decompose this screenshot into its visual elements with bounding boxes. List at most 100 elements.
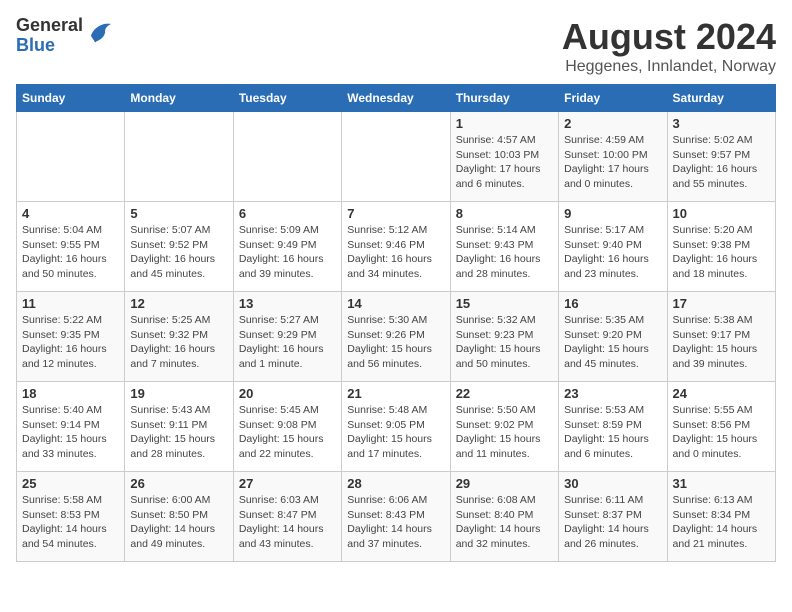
day-detail: Sunrise: 5:40 AM Sunset: 9:14 PM Dayligh… [22, 403, 119, 462]
day-number: 16 [564, 296, 661, 311]
calendar-cell: 21Sunrise: 5:48 AM Sunset: 9:05 PM Dayli… [342, 382, 450, 472]
col-wednesday: Wednesday [342, 85, 450, 112]
day-detail: Sunrise: 5:30 AM Sunset: 9:26 PM Dayligh… [347, 313, 444, 372]
calendar-cell: 31 Sunrise: 6:13 AM Sunset: 8:34 PM Dayli… [667, 472, 775, 562]
col-friday: Friday [559, 85, 667, 112]
main-title: August 2024 [562, 16, 776, 58]
calendar-body: 1 Sunrise: 4:57 AM Sunset: 10:03 PM Dayli… [17, 112, 776, 562]
day-detail: Sunrise: 6:03 AM Sunset: 8:47 PM Dayligh… [239, 493, 336, 552]
calendar-week-1: 1 Sunrise: 4:57 AM Sunset: 10:03 PM Dayli… [17, 112, 776, 202]
day-number: 29 [456, 476, 553, 491]
day-detail: Sunrise: 5:25 AM Sunset: 9:32 PM Dayligh… [130, 313, 227, 372]
day-number: 22 [456, 386, 553, 401]
calendar-cell: 13 Sunrise: 5:27 AM Sunset: 9:29 PM Dayli… [233, 292, 341, 382]
calendar-week-3: 11 Sunrise: 5:22 AM Sunset: 9:35 PM Dayli… [17, 292, 776, 382]
day-number: 10 [673, 206, 770, 221]
calendar-header: Sunday Monday Tuesday Wednesday Thursday… [17, 85, 776, 112]
day-number: 30 [564, 476, 661, 491]
calendar-table: Sunday Monday Tuesday Wednesday Thursday… [16, 84, 776, 562]
day-detail: Sunrise: 5:04 AM Sunset: 9:55 PM Dayligh… [22, 223, 119, 282]
day-number: 4 [22, 206, 119, 221]
day-number: 25 [22, 476, 119, 491]
day-detail: Sunrise: 5:35 AM Sunset: 9:20 PM Dayligh… [564, 313, 661, 372]
day-detail: Sunrise: 6:06 AM Sunset: 8:43 PM Dayligh… [347, 493, 444, 552]
day-detail: Sunrise: 5:07 AM Sunset: 9:52 PM Dayligh… [130, 223, 227, 282]
day-detail: Sunrise: 5:32 AM Sunset: 9:23 PM Dayligh… [456, 313, 553, 372]
day-detail: Sunrise: 5:45 AM Sunset: 9:08 PM Dayligh… [239, 403, 336, 462]
day-number: 24 [673, 386, 770, 401]
calendar-cell: 8Sunrise: 5:14 AM Sunset: 9:43 PM Daylig… [450, 202, 558, 292]
calendar-cell: 29 Sunrise: 6:08 AM Sunset: 8:40 PM Dayli… [450, 472, 558, 562]
header-row: Sunday Monday Tuesday Wednesday Thursday… [17, 85, 776, 112]
day-detail: Sunrise: 5:27 AM Sunset: 9:29 PM Dayligh… [239, 313, 336, 372]
calendar-cell: 12 Sunrise: 5:25 AM Sunset: 9:32 PM Dayli… [125, 292, 233, 382]
day-number: 7 [347, 206, 444, 221]
col-thursday: Thursday [450, 85, 558, 112]
calendar-cell: 17Sunrise: 5:38 AM Sunset: 9:17 PM Dayli… [667, 292, 775, 382]
calendar-cell: 10 Sunrise: 5:20 AM Sunset: 9:38 PM Dayli… [667, 202, 775, 292]
calendar-week-4: 18 Sunrise: 5:40 AM Sunset: 9:14 PM Dayli… [17, 382, 776, 472]
col-monday: Monday [125, 85, 233, 112]
day-number: 17 [673, 296, 770, 311]
day-detail: Sunrise: 5:17 AM Sunset: 9:40 PM Dayligh… [564, 223, 661, 282]
day-number: 12 [130, 296, 227, 311]
day-number: 9 [564, 206, 661, 221]
calendar-cell: 25Sunrise: 5:58 AM Sunset: 8:53 PM Dayli… [17, 472, 125, 562]
calendar-cell: 2Sunrise: 4:59 AM Sunset: 10:00 PM Dayli… [559, 112, 667, 202]
day-detail: Sunrise: 5:02 AM Sunset: 9:57 PM Dayligh… [673, 133, 770, 192]
day-number: 15 [456, 296, 553, 311]
day-number: 2 [564, 116, 661, 131]
day-number: 20 [239, 386, 336, 401]
day-detail: Sunrise: 6:08 AM Sunset: 8:40 PM Dayligh… [456, 493, 553, 552]
calendar-cell: 19Sunrise: 5:43 AM Sunset: 9:11 PM Dayli… [125, 382, 233, 472]
logo-general-text: General [16, 16, 83, 36]
calendar-cell: 11 Sunrise: 5:22 AM Sunset: 9:35 PM Dayli… [17, 292, 125, 382]
logo: General Blue [16, 16, 113, 56]
calendar-cell: 14 Sunrise: 5:30 AM Sunset: 9:26 PM Dayli… [342, 292, 450, 382]
calendar-cell: 16 Sunrise: 5:35 AM Sunset: 9:20 PM Dayli… [559, 292, 667, 382]
day-detail: Sunrise: 5:53 AM Sunset: 8:59 PM Dayligh… [564, 403, 661, 462]
day-detail: Sunrise: 5:09 AM Sunset: 9:49 PM Dayligh… [239, 223, 336, 282]
calendar-cell: 28Sunrise: 6:06 AM Sunset: 8:43 PM Dayli… [342, 472, 450, 562]
day-number: 6 [239, 206, 336, 221]
day-detail: Sunrise: 6:00 AM Sunset: 8:50 PM Dayligh… [130, 493, 227, 552]
col-tuesday: Tuesday [233, 85, 341, 112]
day-detail: Sunrise: 5:55 AM Sunset: 8:56 PM Dayligh… [673, 403, 770, 462]
day-detail: Sunrise: 6:13 AM Sunset: 8:34 PM Dayligh… [673, 493, 770, 552]
calendar-cell: 4 Sunrise: 5:04 AM Sunset: 9:55 PM Daylig… [17, 202, 125, 292]
calendar-week-2: 4 Sunrise: 5:04 AM Sunset: 9:55 PM Daylig… [17, 202, 776, 292]
calendar-cell: 30 Sunrise: 6:11 AM Sunset: 8:37 PM Dayli… [559, 472, 667, 562]
day-number: 14 [347, 296, 444, 311]
day-number: 31 [673, 476, 770, 491]
day-number: 18 [22, 386, 119, 401]
calendar-week-5: 25Sunrise: 5:58 AM Sunset: 8:53 PM Dayli… [17, 472, 776, 562]
calendar-cell: 7 Sunrise: 5:12 AM Sunset: 9:46 PM Daylig… [342, 202, 450, 292]
day-number: 11 [22, 296, 119, 311]
calendar-cell: 15 Sunrise: 5:32 AM Sunset: 9:23 PM Dayli… [450, 292, 558, 382]
day-number: 27 [239, 476, 336, 491]
day-number: 23 [564, 386, 661, 401]
calendar-cell [125, 112, 233, 202]
calendar-cell: 9 Sunrise: 5:17 AM Sunset: 9:40 PM Daylig… [559, 202, 667, 292]
calendar-cell: 1 Sunrise: 4:57 AM Sunset: 10:03 PM Dayli… [450, 112, 558, 202]
day-detail: Sunrise: 6:11 AM Sunset: 8:37 PM Dayligh… [564, 493, 661, 552]
day-number: 3 [673, 116, 770, 131]
day-detail: Sunrise: 5:22 AM Sunset: 9:35 PM Dayligh… [22, 313, 119, 372]
day-detail: Sunrise: 4:57 AM Sunset: 10:03 PM Daylig… [456, 133, 553, 192]
calendar-cell: 24 Sunrise: 5:55 AM Sunset: 8:56 PM Dayli… [667, 382, 775, 472]
calendar-cell: 27 Sunrise: 6:03 AM Sunset: 8:47 PM Dayli… [233, 472, 341, 562]
logo-blue-text: Blue [16, 36, 83, 56]
day-number: 13 [239, 296, 336, 311]
day-detail: Sunrise: 5:12 AM Sunset: 9:46 PM Dayligh… [347, 223, 444, 282]
day-number: 19 [130, 386, 227, 401]
calendar-cell: 20 Sunrise: 5:45 AM Sunset: 9:08 PM Dayli… [233, 382, 341, 472]
day-detail: Sunrise: 5:20 AM Sunset: 9:38 PM Dayligh… [673, 223, 770, 282]
day-number: 21 [347, 386, 444, 401]
calendar-cell: 23 Sunrise: 5:53 AM Sunset: 8:59 PM Dayli… [559, 382, 667, 472]
day-number: 1 [456, 116, 553, 131]
calendar-cell [17, 112, 125, 202]
day-detail: Sunrise: 5:50 AM Sunset: 9:02 PM Dayligh… [456, 403, 553, 462]
calendar-cell [342, 112, 450, 202]
calendar-cell: 6 Sunrise: 5:09 AM Sunset: 9:49 PM Daylig… [233, 202, 341, 292]
day-number: 5 [130, 206, 227, 221]
